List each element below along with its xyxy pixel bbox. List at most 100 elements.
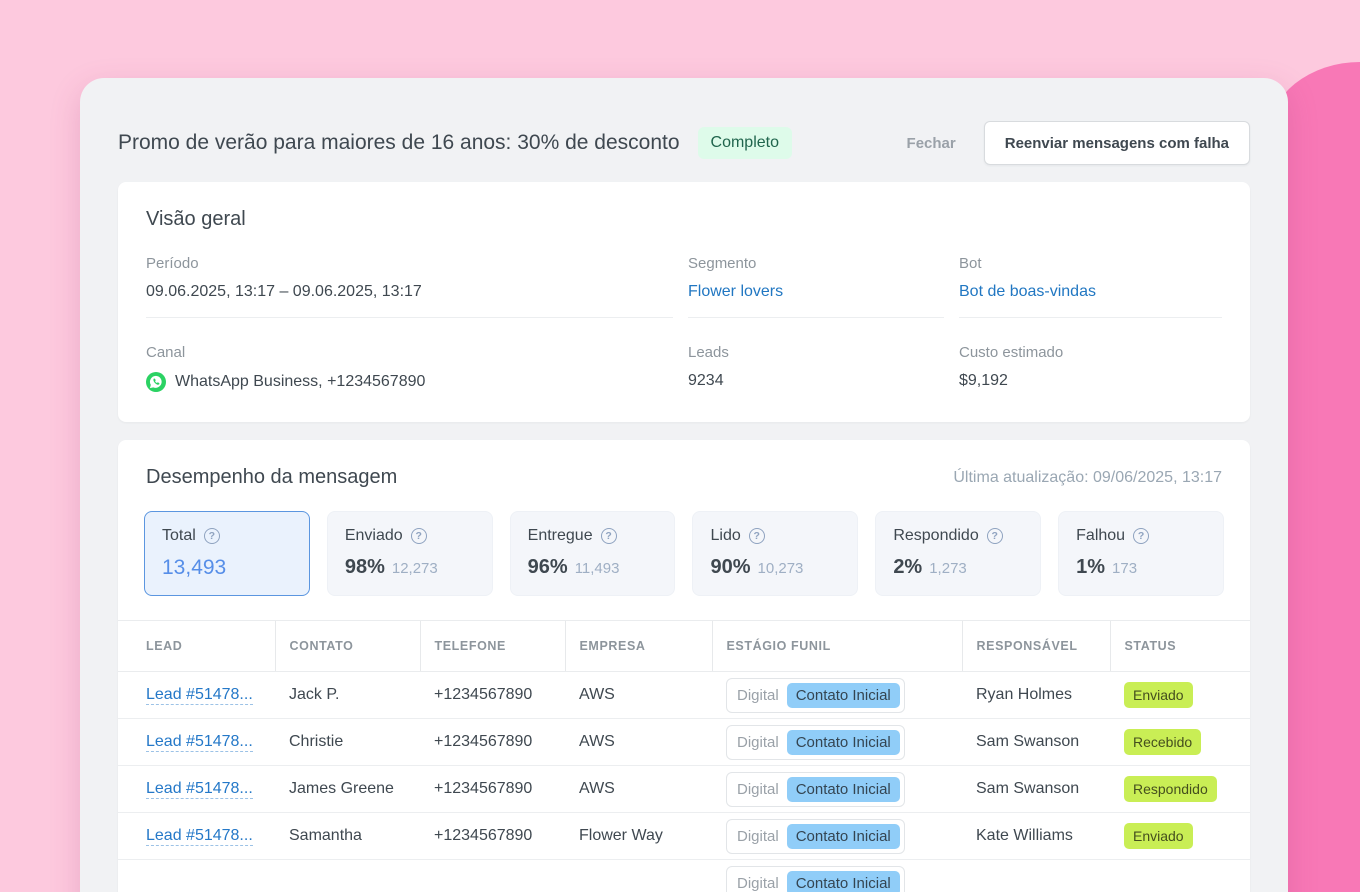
stat-label: Enviado [344, 527, 403, 544]
contact-cell: Jack P. [275, 671, 420, 719]
owner-cell: Sam Swanson [962, 718, 1110, 766]
contact-cell [275, 859, 420, 892]
stat-label: Respondido [893, 527, 979, 544]
campaign-header: Promo de verão para maiores de 16 anos: … [118, 118, 1250, 168]
campaign-panel: Promo de verão para maiores de 16 anos: … [80, 78, 1288, 892]
funnel-stage-label: Digital [737, 827, 779, 845]
field-label: Canal [146, 344, 186, 361]
stat-value: 2% [893, 556, 923, 578]
funnel-pill[interactable]: Digital Contato Inicial [726, 677, 905, 713]
field-canal: Canal WhatsApp Business, +1234567890 [146, 344, 673, 392]
phone-cell: +1234567890 [420, 812, 565, 860]
close-button[interactable]: Fechar [907, 135, 956, 152]
table-row: Lead #51478... Christie +1234567890 AWS … [118, 718, 1250, 766]
field-value: $9,192 [959, 372, 1008, 389]
stat-card-lido[interactable]: Lido? 90% 10,273 [692, 511, 859, 596]
owner-cell [962, 859, 1110, 892]
company-cell: AWS [565, 671, 712, 719]
funnel-pill[interactable]: Digital Contato Inicial [726, 865, 905, 892]
field-label: Custo estimado [959, 344, 1064, 361]
help-icon[interactable]: ? [1133, 528, 1150, 544]
stat-value: 96% [527, 556, 568, 578]
field-value: 09.06.2025, 13:17 – 09.06.2025, 13:17 [146, 283, 422, 300]
stats-row: Total? 13,493 Enviado? 98% 12,273 Entregu… [118, 511, 1250, 596]
col-lead: Lead [118, 620, 275, 672]
stat-label: Falhou [1076, 527, 1126, 544]
phone-cell [420, 859, 565, 892]
funnel-stage-label: Digital [737, 733, 779, 751]
lead-link[interactable]: Lead #51478... [146, 686, 253, 705]
help-icon[interactable]: ? [986, 528, 1003, 544]
performance-card: Desempenho da mensagem Última atualizaçã… [118, 440, 1250, 892]
field-value: 9234 [688, 372, 724, 389]
overview-fields: Período 09.06.2025, 13:17 – 09.06.2025, … [146, 255, 1222, 392]
table-row: Lead #51478... Samantha +1234567890 Flow… [118, 812, 1250, 860]
stat-card-enviado[interactable]: Enviado? 98% 12,273 [326, 511, 493, 596]
bot-link[interactable]: Bot de boas-vindas [959, 283, 1222, 301]
company-cell: Flower Way [565, 812, 712, 860]
funnel-pill[interactable]: Digital Contato Inicial [726, 724, 905, 760]
table-row: Lead #51478... Jack P. +1234567890 AWS D… [118, 671, 1250, 719]
resend-failed-messages-button[interactable]: Reenviar mensagens com falha [983, 121, 1250, 165]
stat-count: 173 [1112, 560, 1138, 577]
contact-cell: James Greene [275, 765, 420, 813]
last-update-text: Última atualização: 09/06/2025, 13:17 [953, 468, 1222, 486]
field-leads: Leads 9234 [688, 344, 944, 392]
company-cell: AWS [565, 765, 712, 813]
funnel-stage-label: Digital [737, 686, 779, 704]
stat-card-respondido[interactable]: Respondido? 2% 1,273 [875, 511, 1042, 596]
performance-header: Desempenho da mensagem Última atualizaçã… [118, 466, 1250, 489]
funnel-stage-chip: Contato Inicial [786, 870, 900, 892]
phone-cell: +1234567890 [420, 671, 565, 719]
stat-value: 13,493 [162, 556, 227, 579]
stat-card-falhou[interactable]: Falhou? 1% 173 [1058, 511, 1224, 596]
col-status: Status [1109, 620, 1250, 672]
col-contato: Contato [274, 620, 420, 672]
funnel-pill[interactable]: Digital Contato Inicial [726, 818, 905, 854]
col-telefone: Telefone [419, 620, 565, 672]
stat-card-entregue[interactable]: Entregue? 96% 11,493 [509, 511, 676, 596]
table-header-row: Lead Contato Telefone Empresa Estágio fu… [118, 620, 1250, 672]
owner-cell: Kate Williams [962, 812, 1110, 860]
leads-table: Lead Contato Telefone Empresa Estágio fu… [118, 620, 1250, 892]
col-estagio-funil: Estágio funil [711, 620, 962, 672]
stat-value: 1% [1076, 556, 1106, 578]
overview-card: Visão geral Período 09.06.2025, 13:17 – … [118, 182, 1250, 422]
status-chip: Respondido [1124, 776, 1217, 802]
field-label: Bot [959, 255, 982, 272]
lead-link[interactable]: Lead #51478... [146, 733, 253, 752]
help-icon[interactable]: ? [410, 528, 427, 544]
whatsapp-icon [146, 372, 166, 392]
funnel-pill[interactable]: Digital Contato Inicial [726, 771, 905, 807]
lead-link[interactable]: Lead #51478... [146, 827, 253, 846]
stat-card-total[interactable]: Total? 13,493 [144, 511, 310, 596]
phone-cell: +1234567890 [420, 718, 565, 766]
help-icon[interactable]: ? [203, 528, 220, 544]
stat-label: Total [162, 527, 196, 544]
stat-label: Entregue [527, 527, 593, 544]
funnel-stage-chip: Contato Inicial [786, 682, 900, 708]
company-cell: AWS [565, 718, 712, 766]
stat-label: Lido [710, 527, 741, 544]
status-chip: Enviado [1124, 682, 1193, 708]
funnel-stage-chip: Contato Inicial [786, 776, 900, 802]
help-icon[interactable]: ? [600, 528, 617, 544]
table-row: Lead #51478... James Greene +1234567890 … [118, 765, 1250, 813]
funnel-stage-chip: Contato Inicial [786, 823, 900, 849]
funnel-stage-label: Digital [737, 874, 779, 892]
stat-count: 10,273 [757, 560, 804, 577]
segment-link[interactable]: Flower lovers [688, 283, 944, 301]
owner-cell: Ryan Holmes [962, 671, 1110, 719]
field-label: Segmento [688, 255, 757, 272]
phone-cell: +1234567890 [420, 765, 565, 813]
col-responsavel: Responsável [961, 620, 1110, 672]
field-custo-estimado: Custo estimado $9,192 [959, 344, 1222, 392]
contact-cell: Christie [275, 718, 420, 766]
help-icon[interactable]: ? [748, 528, 765, 544]
stat-value: 90% [710, 556, 751, 578]
page-title: Promo de verão para maiores de 16 anos: … [118, 131, 680, 154]
channel-label: WhatsApp Business, +1234567890 [175, 373, 426, 390]
lead-link[interactable]: Lead #51478... [146, 780, 253, 799]
status-badge: Completo [697, 127, 792, 159]
stat-count: 11,493 [574, 560, 620, 577]
